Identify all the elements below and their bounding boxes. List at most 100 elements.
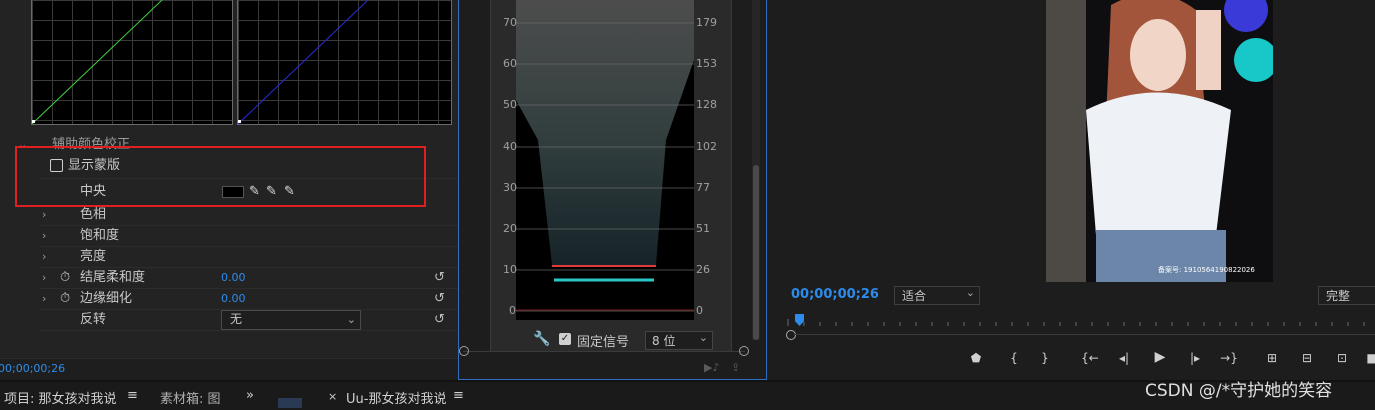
axis-tick-label: 30 <box>503 181 517 194</box>
tab-bin[interactable]: 素材箱: 图 <box>160 388 221 407</box>
export-icon[interactable]: ⇪ <box>731 361 740 374</box>
tab-project[interactable]: 项目: 那女孩对我说 <box>4 388 117 407</box>
reset-icon[interactable]: ↺ <box>434 267 445 288</box>
effect-timecode-bar: 00;00;00;26 <box>0 358 458 381</box>
chevron-right-icon: › <box>42 250 47 263</box>
bit-depth-value: 8 位 <box>652 334 676 348</box>
video-watermark-text: 备案号: 1910564190822026 <box>1158 265 1255 274</box>
scrollbar-thumb[interactable] <box>753 165 759 340</box>
more-tabs-icon[interactable]: » <box>246 388 254 403</box>
axis-tick-label: 128 <box>696 98 717 111</box>
effect-controls-panel: ⌄ 辅助颜色校正 显示蒙版 中央 ✎ ✎ ✎ › 色相 › 饱和度 › 亮度 ›… <box>0 0 458 381</box>
stopwatch-icon[interactable]: ⏱ <box>60 288 70 309</box>
play-icon[interactable]: ▶ <box>1150 349 1170 365</box>
highlight-box <box>15 146 426 207</box>
close-tab-icon[interactable]: × <box>328 390 337 403</box>
green-curve-graph[interactable] <box>31 0 233 125</box>
chevron-down-icon: ⌄ <box>346 313 356 326</box>
invert-dropdown[interactable]: 无 ⌄ <box>221 310 361 330</box>
time-ruler[interactable] <box>786 316 1375 326</box>
saturation-label: 饱和度 <box>80 228 120 243</box>
axis-tick-label: 102 <box>696 140 717 153</box>
waveform-display <box>516 0 694 320</box>
blue-curve-graph[interactable] <box>237 0 452 125</box>
scope-scrollbar[interactable] <box>752 0 760 340</box>
invert-row: 反转 无 ⌄ ↺ <box>0 309 458 330</box>
settings-icon[interactable]: ▶♪ <box>704 361 719 374</box>
tab-menu-icon[interactable]: ≡ <box>127 388 138 403</box>
video-frame: 备案号: 1910564190822026 <box>1046 0 1273 282</box>
axis-tick-label: 60 <box>503 57 517 70</box>
edge-thin-label: 边缘细化 <box>80 291 133 306</box>
video-image: 备案号: 1910564190822026 <box>1046 0 1273 282</box>
step-back-icon[interactable]: ◂| <box>1114 351 1134 365</box>
go-to-out-icon[interactable]: →} <box>1219 351 1239 365</box>
fixed-signal-checkbox[interactable]: ✓ <box>559 333 571 345</box>
reset-icon[interactable]: ↺ <box>434 309 445 330</box>
chevron-right-icon[interactable]: › <box>42 288 46 309</box>
effect-timecode[interactable]: 00;00;00;26 <box>0 362 65 375</box>
overwrite-icon[interactable]: ⊟ <box>1297 351 1317 365</box>
reset-icon[interactable]: ↺ <box>434 288 445 309</box>
invert-label: 反转 <box>80 312 107 327</box>
quality-dropdown[interactable]: 完整 <box>1318 286 1375 305</box>
bit-depth-dropdown[interactable]: 8 位 ⌄ <box>645 331 713 350</box>
hue-label: 色相 <box>80 207 107 222</box>
go-to-in-icon[interactable]: {← <box>1080 351 1100 365</box>
chevron-right-icon: › <box>42 229 47 242</box>
more-controls-icon[interactable]: ■ <box>1362 351 1375 365</box>
axis-tick-label: 40 <box>503 140 517 153</box>
invert-dropdown-value: 无 <box>230 312 243 326</box>
add-marker-icon[interactable]: ⬟ <box>966 351 986 365</box>
end-softness-value[interactable]: 0.00 <box>221 267 246 288</box>
step-forward-icon[interactable]: |▸ <box>1185 351 1205 365</box>
brightness-label: 亮度 <box>80 249 107 264</box>
mark-in-icon[interactable]: { <box>1004 351 1024 365</box>
stopwatch-icon[interactable]: ⏱ <box>60 267 70 288</box>
axis-tick-label: 20 <box>503 222 517 235</box>
scroll-handle-right[interactable] <box>739 346 749 356</box>
scroll-handle-left[interactable] <box>459 346 469 356</box>
panel-indicator <box>278 398 302 408</box>
axis-tick-label: 77 <box>696 181 710 194</box>
csdn-watermark: CSDN @/*守护她的笑容 <box>1145 381 1333 401</box>
wrench-icon[interactable]: 🔧 <box>533 331 550 347</box>
waveform-graphic <box>516 0 694 312</box>
end-softness-row: › ⏱ 结尾柔和度 0.00 ↺ <box>0 267 458 288</box>
axis-tick-label: 50 <box>503 98 517 111</box>
blue-curve-line <box>238 0 369 124</box>
chevron-down-icon: ⌄ <box>698 331 708 344</box>
chevron-right-icon: › <box>42 208 47 221</box>
zoom-handle-left[interactable] <box>786 330 796 340</box>
fixed-signal-label: 固定信号 <box>577 335 630 350</box>
brightness-row[interactable]: › 亮度 <box>0 246 458 267</box>
edge-thin-row: › ⏱ 边缘细化 0.00 ↺ <box>0 288 458 309</box>
axis-tick-label: 26 <box>696 263 710 276</box>
green-curve-line <box>32 0 163 124</box>
axis-tick-label: 153 <box>696 57 717 70</box>
mark-out-icon[interactable]: } <box>1035 351 1055 365</box>
scope-h-scroll-track[interactable] <box>463 351 745 352</box>
divider <box>40 330 458 331</box>
hue-row[interactable]: › 色相 <box>0 204 458 225</box>
program-timecode[interactable]: 00;00;00;26 <box>791 287 879 302</box>
axis-tick-label: 70 <box>503 16 517 29</box>
quality-dropdown-value: 完整 <box>1326 289 1351 303</box>
fit-dropdown[interactable]: 适合 ⌄ <box>894 286 980 305</box>
axis-tick-label: 0 <box>509 304 516 317</box>
zoom-scroll-track[interactable] <box>794 334 1375 335</box>
time-ruler-ticks <box>787 319 1365 326</box>
tab-menu-icon[interactable]: ≡ <box>453 388 464 403</box>
saturation-row[interactable]: › 饱和度 <box>0 225 458 246</box>
fit-dropdown-value: 适合 <box>902 289 927 303</box>
tab-sequence[interactable]: Uu-那女孩对我说 <box>346 388 446 407</box>
chevron-right-icon[interactable]: › <box>42 267 46 288</box>
insert-icon[interactable]: ⊞ <box>1262 351 1282 365</box>
axis-tick-label: 0 <box>696 304 703 317</box>
axis-tick-label: 51 <box>696 222 710 235</box>
axis-tick-label: 10 <box>503 263 517 276</box>
edge-thin-value[interactable]: 0.00 <box>221 288 246 309</box>
export-frame-icon[interactable]: ⊡ <box>1332 351 1352 365</box>
end-softness-label: 结尾柔和度 <box>80 270 146 285</box>
chevron-down-icon: ⌄ <box>965 286 975 299</box>
